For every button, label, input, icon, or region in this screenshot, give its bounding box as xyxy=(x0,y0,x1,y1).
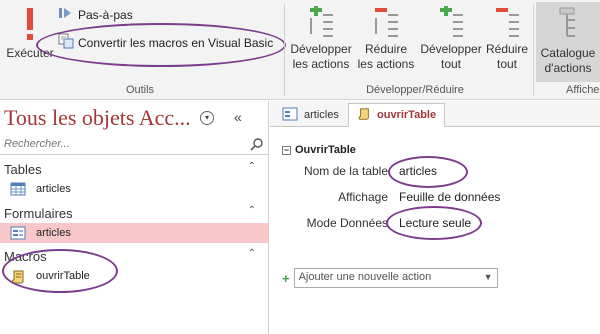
step-label: Pas-à-pas xyxy=(78,7,133,22)
expand-actions-line2: les actions xyxy=(292,57,350,71)
expand-all-button[interactable]: Développer tout xyxy=(418,4,484,72)
search-input[interactable] xyxy=(0,135,230,153)
collapse-actions-button[interactable]: Réduire les actions xyxy=(355,6,417,72)
collapse-pane-button[interactable]: « xyxy=(234,109,242,125)
tab-label: ouvrirTable xyxy=(377,109,437,121)
run-button[interactable]: Exécuter xyxy=(2,6,58,61)
nav-item-table-articles[interactable]: articles xyxy=(0,179,268,199)
expand-all-icon xyxy=(437,4,465,38)
table-name-field[interactable]: articles xyxy=(394,162,590,180)
catalog-line1: Catalogue xyxy=(540,46,596,60)
plus-icon: + xyxy=(282,270,290,286)
collapse-minus-icon xyxy=(372,6,400,38)
nav-item-label: articles xyxy=(36,227,71,239)
section-label: Tables xyxy=(4,162,42,177)
group-divider xyxy=(533,4,534,96)
section-label: Formulaires xyxy=(4,206,73,221)
add-action-dropdown[interactable]: Ajouter une nouvelle action ▼ xyxy=(293,268,498,288)
view-field[interactable]: Feuille de données xyxy=(394,188,590,206)
collapse-all-line1: Réduire xyxy=(485,42,529,56)
expand-plus-icon xyxy=(307,4,335,38)
collapse-all-line2: tout xyxy=(496,57,517,71)
convert-macros-button[interactable]: Convertir les macros en Visual Basic xyxy=(58,33,273,52)
collapse-all-icon xyxy=(493,6,521,38)
nav-pane-title[interactable]: Tous les objets Acc... xyxy=(4,105,191,131)
nav-item-label: ouvrirTable xyxy=(36,270,90,282)
collapse-actions-line1: Réduire xyxy=(364,42,408,56)
table-icon xyxy=(10,182,26,199)
document-area: articles ouvrirTable − OuvrirTable Nom d… xyxy=(270,101,600,334)
exclamation-run-icon xyxy=(20,6,40,42)
macro-designer: − OuvrirTable Nom de la table articles A… xyxy=(270,128,600,334)
collapse-all-button[interactable]: Réduire tout xyxy=(484,6,530,72)
chevron-up-icon[interactable]: ⌃ xyxy=(248,161,256,172)
tab-label: articles xyxy=(304,109,339,121)
nav-item-macro-ouvrirtable[interactable]: ouvrirTable xyxy=(0,266,268,286)
arg-label-view: Affichage xyxy=(338,190,388,204)
ribbon: Exécuter Pas-à-pas Convertir les macros … xyxy=(0,0,600,100)
expand-actions-line1: Développer xyxy=(290,42,352,56)
tab-ouvrirtable[interactable]: ouvrirTable xyxy=(348,103,446,127)
macro-action-name: OuvrirTable xyxy=(295,144,356,156)
catalog-line2: d'actions xyxy=(544,61,592,75)
chevron-up-icon[interactable]: ⌃ xyxy=(248,248,256,259)
nav-item-label: articles xyxy=(36,183,71,195)
nav-search-box xyxy=(0,135,268,155)
form-icon xyxy=(282,107,298,124)
document-tabs: articles ouvrirTable xyxy=(270,101,600,127)
arg-label-data-mode: Mode Données xyxy=(306,216,388,230)
convert-label: Convertir les macros en Visual Basic xyxy=(78,35,274,50)
chevron-down-icon[interactable]: ▼ xyxy=(484,272,493,282)
run-button-label: Exécuter xyxy=(6,46,54,60)
tab-articles[interactable]: articles xyxy=(274,103,347,127)
step-icon xyxy=(58,6,74,23)
form-icon xyxy=(10,226,26,243)
expand-all-line2: tout xyxy=(440,57,461,71)
group-label-tools: Outils xyxy=(125,84,155,96)
nav-item-form-articles[interactable]: articles xyxy=(0,223,268,243)
add-action-row: + Ajouter une nouvelle action ▼ xyxy=(282,268,498,288)
chevron-down-icon[interactable]: ▾ xyxy=(200,111,214,125)
group-label-expand-collapse: Développer/Réduire xyxy=(366,84,464,96)
navigation-pane: Tous les objets Acc... ▾ « Tables ⌃ arti… xyxy=(0,101,269,334)
nav-section-tables[interactable]: Tables ⌃ xyxy=(0,159,268,179)
chevron-up-icon[interactable]: ⌃ xyxy=(248,205,256,216)
add-action-placeholder: Ajouter une nouvelle action xyxy=(298,271,432,283)
expand-all-line1: Développer xyxy=(420,42,482,56)
macro-scroll-icon xyxy=(357,106,371,125)
arg-label-table-name: Nom de la table xyxy=(303,164,388,178)
step-button[interactable]: Pas-à-pas xyxy=(58,6,133,23)
group-label-show: Affiche xyxy=(566,84,600,96)
expand-actions-button[interactable]: Développer les actions xyxy=(288,4,354,72)
group-divider xyxy=(284,4,285,96)
macro-action-header[interactable]: − OuvrirTable xyxy=(282,144,356,156)
macro-scroll-icon xyxy=(10,269,26,288)
collapse-actions-line2: les actions xyxy=(357,57,415,71)
search-icon[interactable] xyxy=(250,137,264,154)
action-catalog-button[interactable]: Catalogue d'actions xyxy=(536,2,600,82)
data-mode-field[interactable]: Lecture seule xyxy=(394,214,590,232)
nav-section-macros[interactable]: Macros ⌃ xyxy=(0,246,268,266)
section-label: Macros xyxy=(4,249,47,264)
collapse-box-icon[interactable]: − xyxy=(282,145,291,155)
nav-section-forms[interactable]: Formulaires ⌃ xyxy=(0,203,268,223)
convert-vb-icon xyxy=(58,33,74,52)
catalog-icon xyxy=(556,6,580,42)
